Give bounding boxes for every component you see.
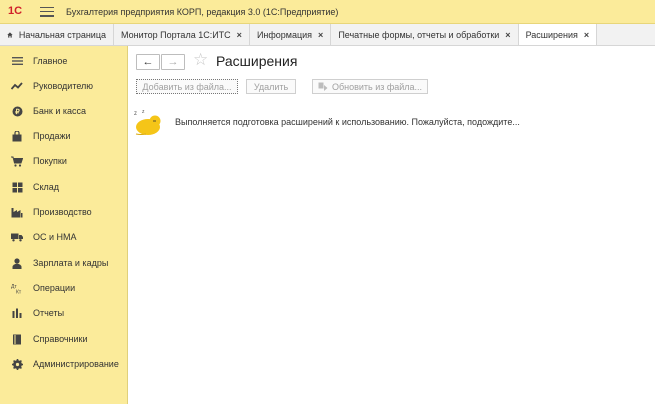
sidebar-item-label: Отчеты <box>33 308 65 318</box>
button-label: Обновить из файла... <box>331 81 423 92</box>
svg-text:Кт: Кт <box>16 289 22 294</box>
sidebar-item-label: Банк и касса <box>33 106 86 116</box>
sidebar-item-operations[interactable]: Дт Кт Операции <box>0 278 127 298</box>
sidebar-item-administration[interactable]: Администрирование <box>0 354 127 374</box>
factory-icon <box>11 206 23 218</box>
book-icon <box>11 333 23 345</box>
arrow-right-icon: → <box>167 56 179 68</box>
page-title: Расширения <box>216 53 298 69</box>
tab-portal-monitor[interactable]: Монитор Портала 1С:ИТС × <box>114 24 250 45</box>
sidebar-item-sales[interactable]: Продажи <box>0 126 127 146</box>
sidebar-item-warehouse[interactable]: Склад <box>0 177 127 197</box>
arrow-left-icon: ← <box>142 56 154 68</box>
main-menu-button[interactable] <box>40 6 54 17</box>
tab-information[interactable]: Информация × <box>250 24 332 45</box>
app-title: Бухгалтерия предприятия КОРП, редакция 3… <box>66 6 339 17</box>
add-from-file-button[interactable]: Добавить из файла... <box>136 79 238 94</box>
update-icon <box>318 82 328 91</box>
button-label: Удалить <box>253 81 289 92</box>
sidebar-item-label: Главное <box>33 56 68 66</box>
sidebar-item-purchases[interactable]: Покупки <box>0 151 127 171</box>
close-icon[interactable]: × <box>318 30 323 40</box>
close-icon[interactable]: × <box>237 30 242 40</box>
app-logo[interactable]: 1С <box>8 5 34 19</box>
sidebar-item-label: Склад <box>33 182 60 192</box>
sidebar-item-references[interactable]: Справочники <box>0 329 127 349</box>
svg-text:₽: ₽ <box>15 108 20 116</box>
title-bar: 1С Бухгалтерия предприятия КОРП, редакци… <box>0 0 655 24</box>
tab-label: Информация <box>256 29 313 40</box>
sidebar-item-label: Администрирование <box>33 359 119 369</box>
close-icon[interactable]: × <box>584 30 589 40</box>
coin-icon: ₽ <box>11 105 23 117</box>
warehouse-icon <box>11 181 23 193</box>
person-icon <box>11 257 23 269</box>
hamburger-icon-line <box>40 15 54 17</box>
sidebar-item-fixed-assets[interactable]: ОС и НМА <box>0 227 127 247</box>
tab-label: Монитор Портала 1С:ИТС <box>121 29 231 40</box>
cart-icon <box>11 155 23 167</box>
sidebar-item-bank[interactable]: ₽ Банк и касса <box>0 101 127 121</box>
tab-label: Расширения <box>525 29 578 40</box>
sidebar: Главное Руководителю ₽ Банк и касса Прод… <box>0 46 128 404</box>
home-icon <box>7 31 13 38</box>
tab-label: Печатные формы, отчеты и обработки <box>338 29 500 40</box>
sidebar-item-label: ОС и НМА <box>33 232 77 242</box>
main-content: ← → ☆ Расширения Добавить из файла... Уд… <box>128 46 655 404</box>
sidebar-item-main[interactable]: Главное <box>0 51 127 71</box>
close-icon[interactable]: × <box>505 30 510 40</box>
tab-extensions[interactable]: Расширения × <box>518 24 598 45</box>
sidebar-item-manager[interactable]: Руководителю <box>0 76 127 96</box>
waiting-sleep-icon: z z <box>134 109 161 135</box>
status-message: Выполняется подготовка расширений к испо… <box>175 117 520 127</box>
sidebar-item-label: Руководителю <box>33 81 94 91</box>
app-logo-text: 1С <box>8 4 23 17</box>
bag-icon <box>11 130 23 142</box>
menu-lines-icon <box>11 55 23 67</box>
hamburger-icon-line <box>40 10 54 13</box>
sidebar-item-production[interactable]: Производство <box>0 202 127 222</box>
tab-label: Начальная страница <box>18 29 106 40</box>
delete-button[interactable]: Удалить <box>246 79 296 94</box>
update-from-file-button[interactable]: Обновить из файла... <box>312 79 428 94</box>
tab-bar: Начальная страница Монитор Портала 1С:ИТ… <box>0 24 655 46</box>
tab-home[interactable]: Начальная страница <box>0 24 114 45</box>
button-label: Добавить из файла... <box>142 81 232 92</box>
truck-icon <box>11 231 23 243</box>
svg-text:z: z <box>134 111 137 117</box>
back-button[interactable]: ← <box>136 54 160 70</box>
tab-print-forms[interactable]: Печатные формы, отчеты и обработки × <box>331 24 519 45</box>
forward-button[interactable]: → <box>161 54 185 70</box>
trend-icon <box>11 80 23 92</box>
sidebar-item-reports[interactable]: Отчеты <box>0 303 127 323</box>
bar-chart-icon <box>11 307 23 319</box>
sidebar-item-payroll[interactable]: Зарплата и кадры <box>0 253 127 273</box>
sidebar-item-label: Зарплата и кадры <box>33 258 109 268</box>
sidebar-item-label: Покупки <box>33 156 67 166</box>
sidebar-item-label: Операции <box>33 283 76 293</box>
sidebar-item-label: Производство <box>33 207 92 217</box>
svg-text:z: z <box>142 109 145 115</box>
hamburger-icon <box>40 6 54 8</box>
sidebar-item-label: Продажи <box>33 131 71 141</box>
favorite-star-icon[interactable]: ☆ <box>193 51 208 69</box>
gear-icon <box>11 358 23 370</box>
sidebar-item-label: Справочники <box>33 334 88 344</box>
operations-icon: Дт Кт <box>11 282 23 294</box>
